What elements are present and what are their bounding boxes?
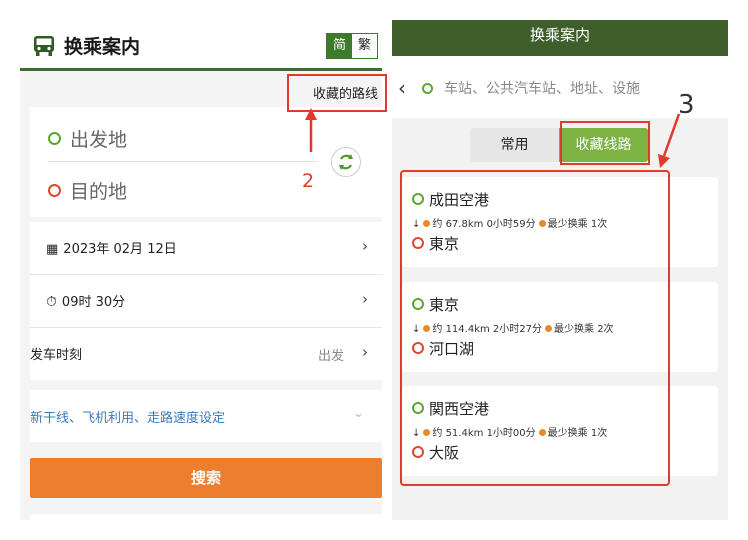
origin-placeholder: 出发地 — [70, 129, 128, 151]
destination-field[interactable]: 目的地 — [48, 177, 127, 204]
departure-value: 出发 — [317, 349, 344, 364]
annotation-box-favorite-link — [287, 74, 387, 112]
calendar-icon: ▦ — [46, 242, 59, 257]
favorites-header: 换乘案内 — [392, 20, 728, 56]
divider — [48, 161, 318, 162]
simplified-chinese-button[interactable]: 简 — [327, 34, 352, 58]
chevron-down-icon: ⌄ — [353, 406, 364, 421]
back-chevron-icon[interactable]: ‹ — [398, 76, 406, 100]
route-options-text: 新干线、飞机利用、走路速度设定 — [30, 411, 226, 426]
route-options-row[interactable]: 新干线、飞机利用、走路速度设定 ⌄ — [30, 390, 382, 442]
origin-destination-card: 出发地 目的地 — [30, 107, 382, 217]
chevron-right-icon: › — [362, 237, 368, 255]
stopwatch-icon: ⏱ — [46, 294, 57, 310]
time-row[interactable]: ⏱ 09时 30分 › — [30, 275, 382, 328]
search-settings-card: ▦ 2023年 02月 12日 › ⏱ 09时 30分 › 发车时刻 出发 › — [30, 222, 382, 380]
departure-label: 发车时刻 — [30, 348, 83, 363]
search-button[interactable]: 搜索 — [30, 458, 382, 498]
annotation-box-favorite-tab — [560, 121, 650, 165]
departure-type-row[interactable]: 发车时刻 出发 › — [30, 328, 382, 380]
annotation-box-route-list — [400, 170, 670, 486]
time-value: 09时 30分 — [61, 295, 126, 310]
bottom-card-edge — [30, 514, 382, 520]
chevron-right-icon: › — [362, 290, 368, 308]
destination-marker-icon — [48, 184, 61, 197]
traditional-chinese-button[interactable]: 繁 — [352, 34, 377, 58]
swap-icon[interactable] — [331, 147, 361, 177]
annotation-arrow-down-icon — [658, 113, 681, 168]
destination-placeholder: 目的地 — [70, 181, 128, 203]
app-title: 换乘案内 — [64, 36, 141, 58]
app-header: 换乘案内 简 繁 — [20, 20, 382, 71]
time-label: ⏱ 09时 30分 — [46, 291, 125, 310]
origin-marker-icon — [48, 132, 61, 145]
tab-common[interactable]: 常用 — [470, 128, 559, 162]
chevron-right-icon: › — [362, 343, 368, 361]
station-search-placeholder: 车站、公共汽车站、地址、设施 — [444, 81, 640, 97]
origin-field[interactable]: 出发地 — [48, 125, 127, 152]
date-label: ▦ 2023年 02月 12日 — [46, 238, 177, 257]
language-toggle[interactable]: 简 繁 — [326, 33, 378, 59]
date-row[interactable]: ▦ 2023年 02月 12日 › — [30, 222, 382, 275]
annotation-step-2: 2 — [302, 170, 315, 192]
date-value: 2023年 02月 12日 — [63, 242, 177, 257]
annotation-arrow-up-icon — [305, 108, 317, 152]
search-origin-marker-icon — [422, 83, 433, 94]
bus-icon — [34, 36, 54, 56]
